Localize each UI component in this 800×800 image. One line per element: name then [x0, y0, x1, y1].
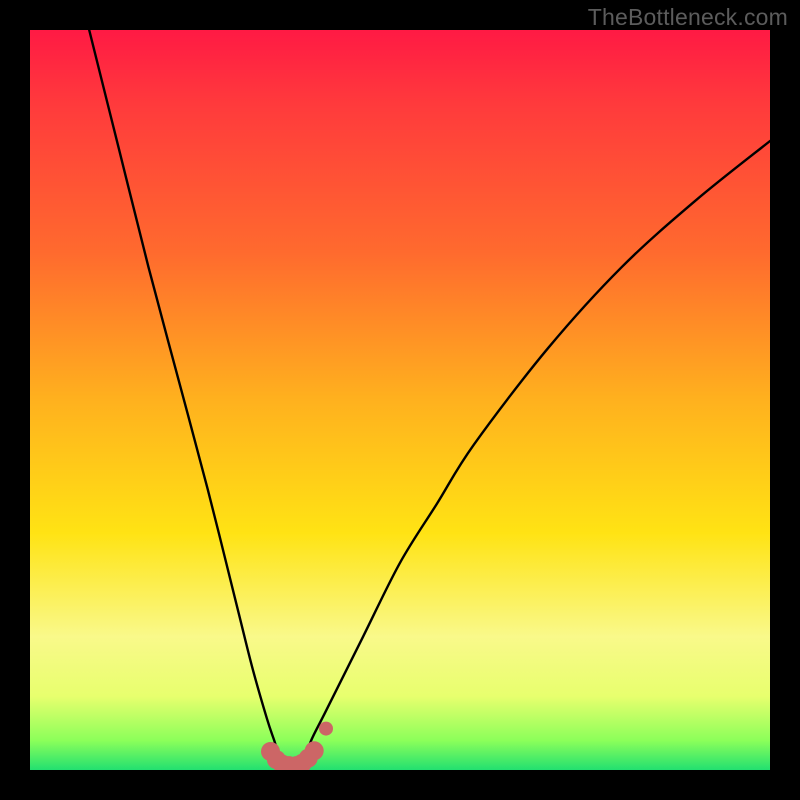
curve-layer: [30, 30, 770, 770]
trough-marker: [319, 722, 333, 736]
plot-area: [30, 30, 770, 770]
trough-markers: [261, 722, 333, 770]
bottleneck-curve: [89, 30, 770, 770]
trough-marker: [305, 741, 324, 760]
watermark-text: TheBottleneck.com: [588, 4, 788, 31]
chart-frame: TheBottleneck.com: [0, 0, 800, 800]
